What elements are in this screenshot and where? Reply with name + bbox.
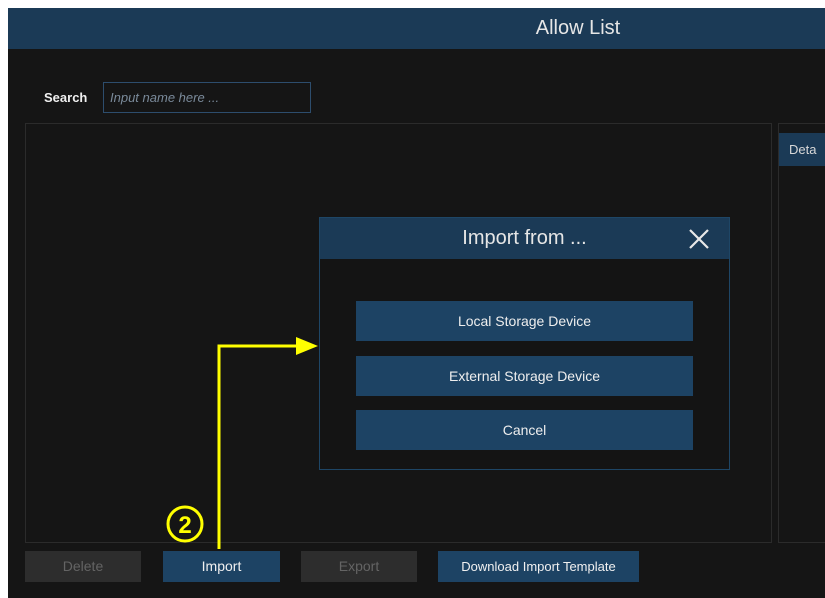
cancel-button[interactable]: Cancel	[356, 410, 693, 450]
import-button[interactable]: Import	[163, 551, 280, 582]
dialog-title: Import from ...	[462, 227, 587, 249]
export-button[interactable]: Export	[301, 551, 417, 582]
title-bar: Allow List	[8, 8, 825, 49]
search-input[interactable]	[103, 82, 311, 113]
external-storage-device-button[interactable]: External Storage Device	[356, 356, 693, 396]
delete-button[interactable]: Delete	[25, 551, 141, 582]
search-label: Search	[44, 90, 88, 105]
details-header: Deta	[779, 133, 825, 166]
dialog-header: Import from ...	[320, 218, 729, 259]
close-icon[interactable]	[686, 226, 712, 252]
download-import-template-button[interactable]: Download Import Template	[438, 551, 639, 582]
details-panel: Deta	[778, 123, 825, 543]
window-title: Allow List	[535, 17, 621, 39]
local-storage-device-button[interactable]: Local Storage Device	[356, 301, 693, 341]
allow-list-screen: Allow List Search Deta Delete Import Exp…	[8, 8, 825, 598]
import-from-dialog: Import from ... Local Storage Device Ext…	[319, 217, 730, 470]
